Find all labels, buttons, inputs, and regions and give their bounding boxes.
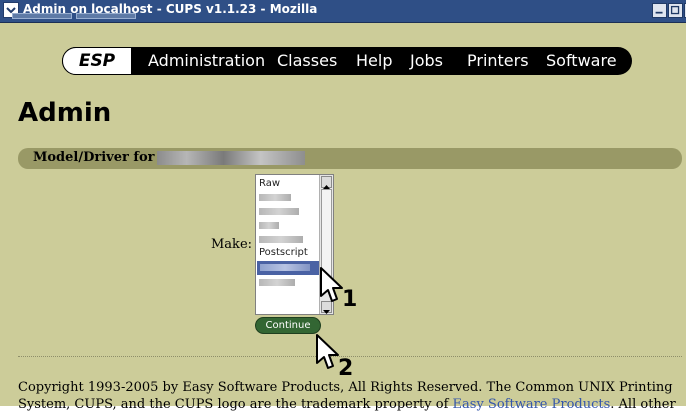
- callout-number-1: 1: [342, 287, 358, 312]
- nav-item-classes[interactable]: Classes: [277, 47, 337, 75]
- main-navbar: ESP Administration Classes Help Jobs Pri…: [62, 47, 632, 75]
- callout-number-2: 2: [338, 356, 354, 381]
- nav-item-software[interactable]: Software: [546, 47, 617, 75]
- list-item-redacted[interactable]: [259, 279, 295, 286]
- section-label: Model/Driver for: [33, 150, 155, 165]
- make-label: Make:: [211, 237, 253, 252]
- list-item-redacted[interactable]: [259, 222, 279, 229]
- list-item-postscript[interactable]: Postscript: [259, 247, 319, 259]
- redacted-printer-name: [157, 151, 305, 165]
- window-titlebar: Admin on localhost - CUPS v1.1.23 - Mozi…: [0, 0, 686, 23]
- minimize-icon[interactable]: [652, 3, 667, 18]
- nav-item-printers[interactable]: Printers: [467, 47, 529, 75]
- list-item-redacted[interactable]: [259, 236, 303, 243]
- nav-item-help[interactable]: Help: [356, 47, 392, 75]
- list-item-selected[interactable]: [257, 261, 319, 275]
- footer-link-easy-software[interactable]: Easy Software Products: [453, 397, 611, 412]
- list-item-redacted[interactable]: [259, 208, 299, 215]
- footer-line2-end: . All other: [610, 397, 676, 412]
- page-title: Admin: [18, 98, 112, 128]
- footer-copyright: Copyright 1993-2005 by Easy Software Pro…: [18, 379, 682, 413]
- continue-button[interactable]: Continue: [255, 317, 321, 334]
- scroll-up-icon[interactable]: [321, 176, 332, 189]
- tab-stub: [76, 13, 136, 19]
- cursor-callout-2-icon: [316, 334, 339, 369]
- page-content: ESP Administration Classes Help Jobs Pri…: [0, 23, 686, 412]
- footer-line2: System, CUPS, and the CUPS logo are the …: [18, 396, 682, 413]
- footer-line2-start: System, CUPS, and the CUPS logo are the …: [18, 397, 453, 412]
- footer-line1: Copyright 1993-2005 by Easy Software Pro…: [18, 380, 673, 395]
- tab-stub: [12, 13, 72, 19]
- list-item-raw[interactable]: Raw: [259, 178, 319, 190]
- nav-item-administration[interactable]: Administration: [148, 47, 265, 75]
- maximize-icon[interactable]: [668, 3, 683, 18]
- cursor-callout-1-icon: [320, 267, 343, 302]
- list-item-redacted[interactable]: [259, 194, 291, 201]
- nav-brand-esp[interactable]: ESP: [62, 47, 132, 75]
- nav-item-jobs[interactable]: Jobs: [410, 47, 443, 75]
